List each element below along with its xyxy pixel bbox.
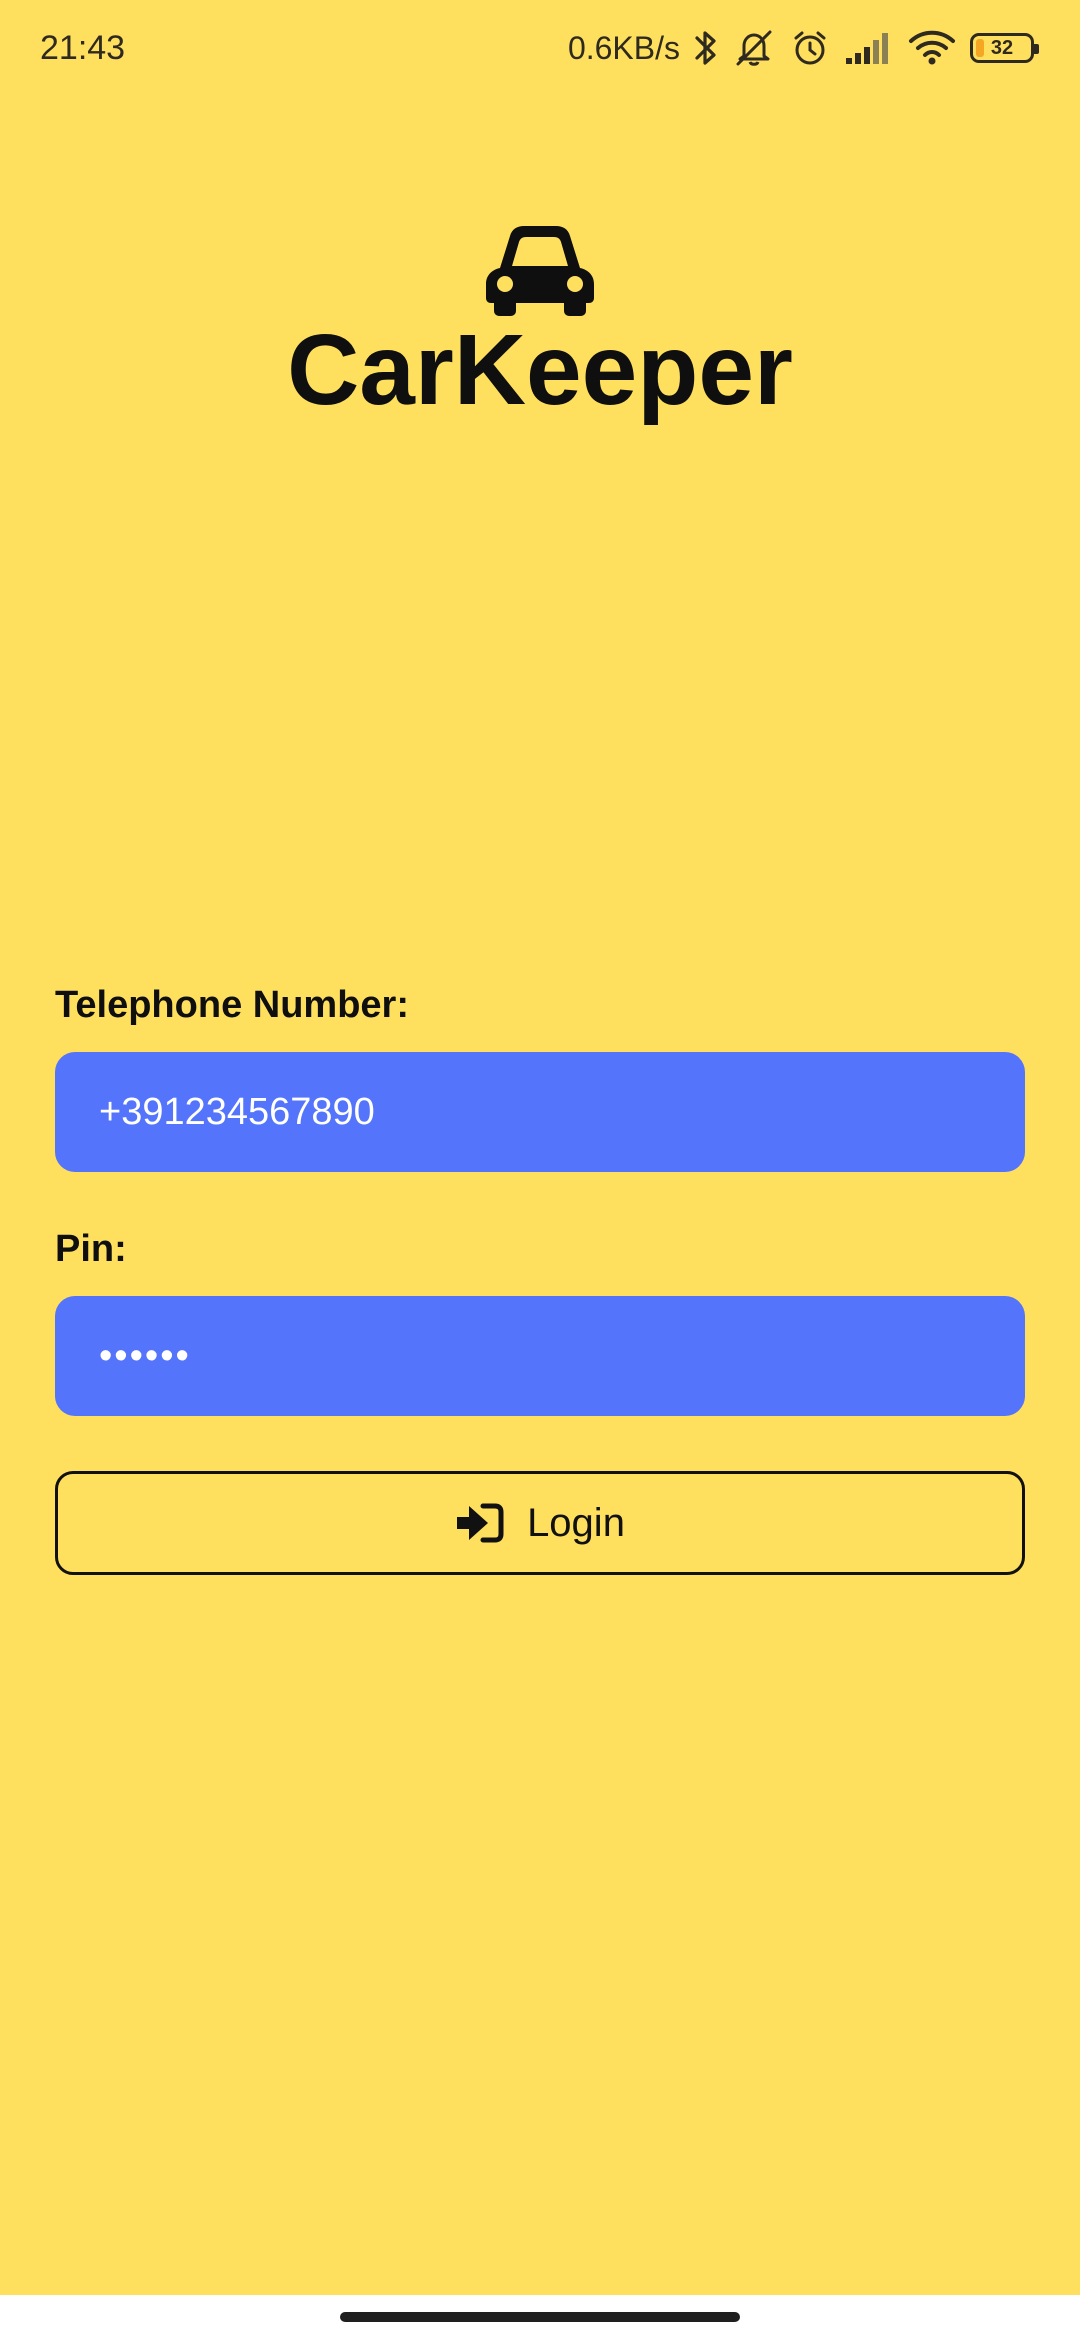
telephone-number-input[interactable]: +391234567890: [55, 1052, 1025, 1172]
home-indicator[interactable]: [340, 2312, 740, 2322]
signal-icon: [844, 30, 894, 66]
login-button[interactable]: Login: [55, 1471, 1025, 1575]
status-time: 21:43: [40, 29, 126, 67]
battery-indicator: 32: [970, 33, 1039, 63]
app-screen: 21:43 0.6KB/s 32 CarKeeper Telephone Num…: [0, 0, 1080, 2295]
battery-fill: [976, 39, 984, 57]
network-speed: 0.6KB/s: [567, 30, 680, 66]
alarm-icon: [790, 28, 830, 68]
pin-label: Pin:: [55, 1228, 127, 1270]
wifi-icon: [908, 29, 956, 67]
app-title: CarKeeper: [287, 314, 793, 426]
telephone-number-label: Telephone Number:: [55, 984, 409, 1026]
status-bar-right: 0.6KB/s 32: [567, 24, 1039, 72]
pin-input[interactable]: ••••••: [55, 1296, 1025, 1416]
battery-level: 32: [990, 36, 1014, 59]
sign-in-icon: [455, 1500, 505, 1546]
telephone-number-value: +391234567890: [99, 1090, 375, 1133]
mute-icon: [732, 28, 776, 68]
login-label: Login: [527, 1500, 625, 1545]
bluetooth-icon: [694, 28, 718, 68]
pin-value: ••••••: [99, 1334, 191, 1377]
car-icon: [482, 224, 598, 316]
